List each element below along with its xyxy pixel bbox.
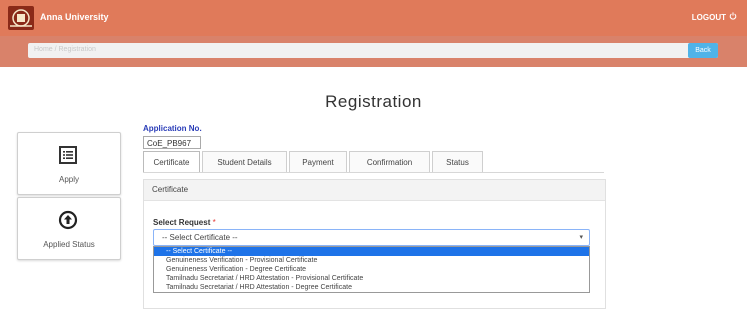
select-request-label: Select Request *	[153, 218, 216, 227]
sidebar-item-apply[interactable]: Apply	[17, 132, 121, 195]
tab-student-details[interactable]: Student Details	[202, 151, 287, 172]
upload-circle-icon	[58, 210, 78, 230]
page-title: Registration	[325, 92, 422, 111]
university-logo	[8, 6, 34, 30]
breadcrumb: Home / Registration	[28, 43, 718, 58]
tab-payment[interactable]: Payment	[289, 151, 347, 172]
logout-label: LOGOUT	[691, 12, 726, 22]
dropdown-option[interactable]: Genuineness Verification - Provisional C…	[154, 256, 589, 265]
tab-status[interactable]: Status	[432, 151, 483, 172]
dropdown-option[interactable]: Genuineness Verification - Degree Certif…	[154, 265, 589, 274]
sidebar-item-label: Applied Status	[43, 240, 95, 249]
sidebar-item-applied-status[interactable]: Applied Status	[17, 197, 121, 260]
app-name: Anna University	[40, 12, 109, 22]
tab-confirmation[interactable]: Confirmation	[349, 151, 430, 172]
tab-bar: Certificate Student Details Payment Conf…	[143, 151, 485, 173]
application-number-field[interactable]: CoE_PB967	[143, 136, 201, 149]
tab-divider	[143, 172, 604, 173]
caret-down-icon: ▾	[579, 234, 583, 241]
select-request-text: Select Request	[153, 218, 211, 227]
top-header: Anna University LOGOUT	[0, 0, 747, 36]
certificate-dropdown-list: -- Select Certificate -- Genuineness Ver…	[153, 246, 590, 293]
breadcrumb-text[interactable]: Home / Registration	[34, 46, 96, 53]
sidebar-item-label: Apply	[58, 175, 79, 184]
certificate-select[interactable]: -- Select Certificate -- ▾	[153, 229, 590, 246]
panel-heading: Certificate	[144, 180, 605, 201]
logout-button[interactable]: LOGOUT	[692, 12, 737, 22]
required-mark: *	[212, 218, 216, 227]
application-number-label: Application No.	[143, 124, 202, 133]
select-value: -- Select Certificate --	[162, 233, 238, 242]
back-button[interactable]: Back	[688, 43, 718, 58]
tab-certificate[interactable]: Certificate	[143, 151, 200, 173]
list-icon	[58, 145, 78, 165]
dropdown-option[interactable]: Tamilnadu Secretariat / HRD Attestation …	[154, 274, 589, 283]
dropdown-option[interactable]: -- Select Certificate --	[154, 247, 589, 256]
power-icon	[729, 12, 737, 22]
dropdown-option[interactable]: Tamilnadu Secretariat / HRD Attestation …	[154, 283, 589, 292]
